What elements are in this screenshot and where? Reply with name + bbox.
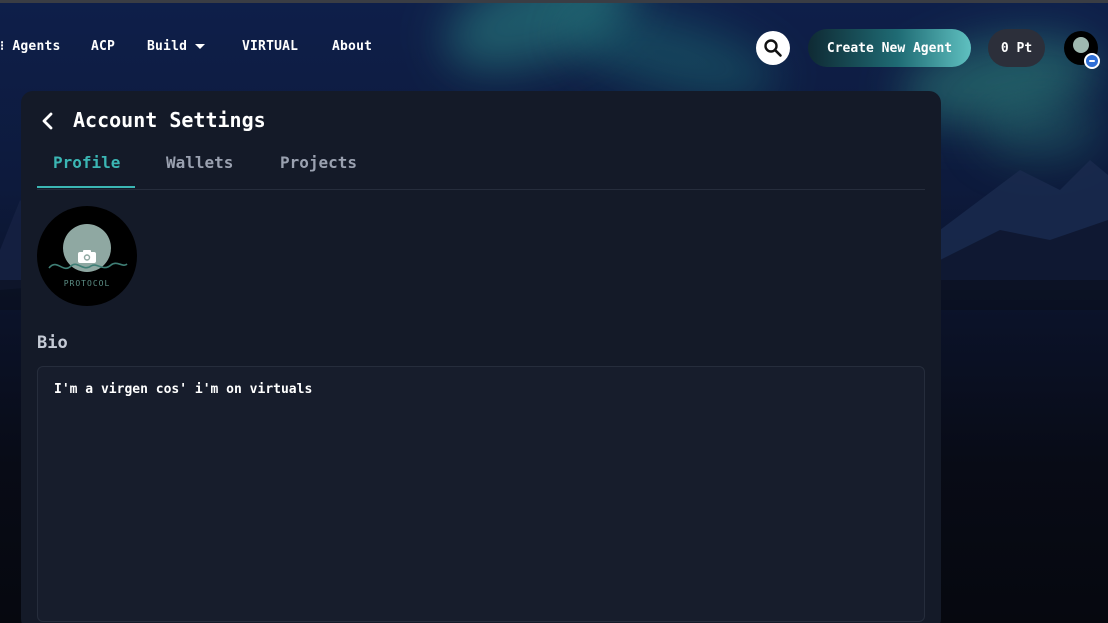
points-button[interactable]: 0 Pt <box>988 29 1045 67</box>
page-title: Account Settings <box>73 108 266 132</box>
avatar-caption: PROTOCOL <box>63 279 111 288</box>
profile-avatar-upload[interactable]: PROTOCOL <box>37 206 137 306</box>
nav-about[interactable]: About <box>332 39 372 54</box>
search-icon <box>764 39 782 57</box>
tabs-divider <box>37 189 925 190</box>
caret-down-icon <box>195 44 206 49</box>
nav-agents-label: Agents <box>12 39 61 54</box>
search-button[interactable] <box>756 31 790 65</box>
user-avatar-image <box>1073 37 1089 53</box>
account-badge-icon <box>1084 53 1100 69</box>
nav-agents[interactable]: ⁝ Agents <box>0 39 61 54</box>
chevron-left-icon[interactable] <box>38 110 58 132</box>
tab-projects[interactable]: Projects <box>280 153 357 172</box>
nav-acp[interactable]: ACP <box>91 39 115 54</box>
bio-label: Bio <box>37 333 68 353</box>
nav-build[interactable]: Build <box>147 39 206 54</box>
nav-virtual[interactable]: VIRTUAL <box>242 39 298 54</box>
create-new-agent-button[interactable]: Create New Agent <box>808 29 971 67</box>
nav-agents-left-icon: ⁝ <box>0 39 13 54</box>
user-avatar-button[interactable] <box>1064 31 1100 69</box>
tab-wallets[interactable]: Wallets <box>166 153 233 172</box>
bio-textarea[interactable]: I'm a virgen cos' i'm on virtuals <box>37 366 925 622</box>
top-navigation: ⁝ Agents ACP Build VIRTUAL About Create … <box>0 3 1108 87</box>
active-tab-indicator <box>37 186 135 188</box>
nav-build-label: Build <box>147 39 188 54</box>
camera-icon <box>78 250 96 263</box>
tab-profile[interactable]: Profile <box>53 153 120 172</box>
